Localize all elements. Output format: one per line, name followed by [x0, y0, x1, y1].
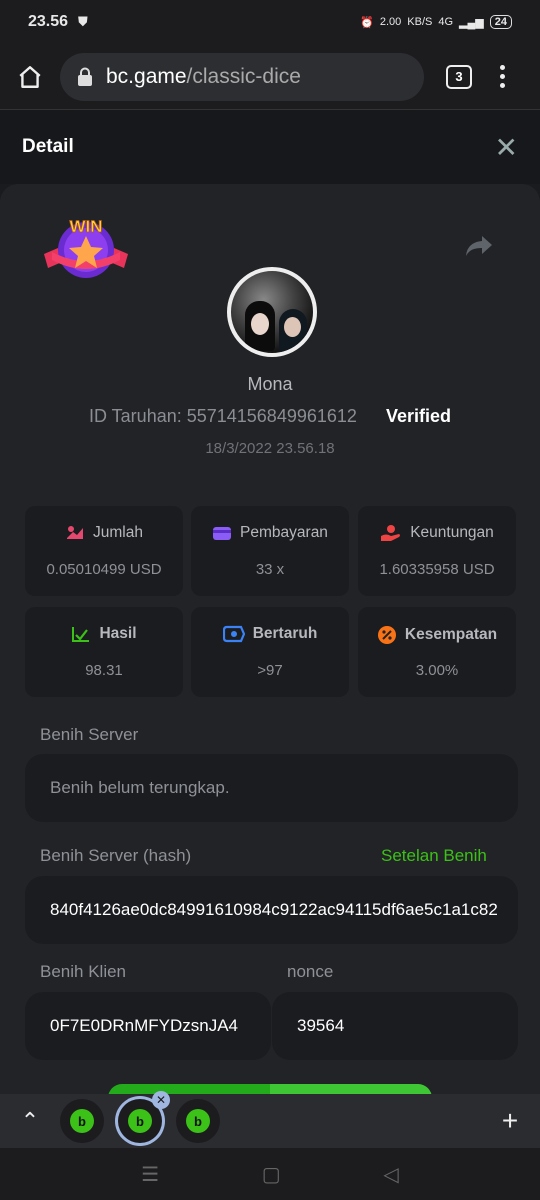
- share-icon[interactable]: [464, 234, 494, 263]
- browser-tab-strip: ⌃ b b ✕ b +: [0, 1091, 540, 1148]
- chart-check-icon: [72, 627, 90, 642]
- url-path: /classic-dice: [186, 64, 301, 88]
- stat-payout: Pembayaran 33 x: [191, 506, 349, 596]
- tab-thumbnail[interactable]: b: [176, 1099, 220, 1143]
- signal-icon: ▂▄▆: [459, 16, 484, 29]
- ticket-icon: [222, 625, 245, 643]
- tab-thumbnail[interactable]: b: [60, 1099, 104, 1143]
- new-tab-icon[interactable]: +: [480, 1105, 540, 1137]
- stat-value: 33 x: [255, 561, 285, 578]
- bcgame-logo-icon: b: [186, 1109, 210, 1133]
- more-menu-icon[interactable]: [500, 65, 505, 88]
- avatar: [227, 267, 317, 357]
- status-bar: 23.56 ⛊ ⏰ 2.00 KB/S 4G ▂▄▆ 24: [0, 0, 540, 44]
- browser-toolbar: bc.game/classic-dice 3: [0, 44, 540, 110]
- stat-label: Jumlah: [93, 524, 143, 541]
- server-hash-field[interactable]: 840f4126ae0dc84991610984c9122ac94115df6a…: [25, 876, 518, 944]
- stat-amount: Jumlah 0.05010499 USD: [25, 506, 183, 596]
- stat-value: 1.60335958 USD: [379, 561, 495, 578]
- bet-detail-card: WIN Mona ID Taruhan: 55714156849961612 V…: [0, 184, 540, 1104]
- client-seed-field[interactable]: 0F7E0DRnMFYDzsnJA4: [25, 992, 271, 1060]
- home-nav-icon[interactable]: ▢: [262, 1162, 281, 1187]
- stat-result: Hasil 98.31: [25, 607, 183, 697]
- status-icons: ⏰ 2.00 KB/S 4G ▂▄▆ 24: [360, 15, 512, 29]
- home-icon[interactable]: [0, 64, 60, 90]
- profit-hand-icon: [381, 525, 401, 541]
- server-seed-label: Benih Server: [40, 725, 139, 744]
- stat-value: >97: [257, 662, 283, 679]
- percent-icon: [377, 626, 396, 644]
- win-badge-icon: WIN: [44, 217, 128, 278]
- shield-icon: ⛊: [78, 14, 88, 29]
- tab-thumbnail-active[interactable]: b ✕: [118, 1091, 170, 1143]
- bet-id: ID Taruhan: 55714156849961612: [89, 406, 357, 426]
- stat-label: Kesempatan: [404, 626, 498, 643]
- chevron-up-icon[interactable]: ⌃: [0, 1108, 60, 1134]
- network-type: 4G: [438, 16, 454, 28]
- detail-header: Detail ✕: [0, 110, 540, 184]
- bet-date: 18/3/2022 23.56.18: [205, 440, 335, 457]
- system-nav-bar: ☰ ▢ ◁: [0, 1148, 540, 1200]
- verified-label[interactable]: Verified: [386, 406, 451, 427]
- stat-bet-target: Bertaruh >97: [191, 607, 349, 697]
- alarm-icon: ⏰: [360, 16, 374, 29]
- win-badge-text: WIN: [69, 217, 102, 236]
- stat-profit: Keuntungan 1.60335958 USD: [358, 506, 516, 596]
- stat-label: Keuntungan: [410, 524, 494, 541]
- client-seed-label: Benih Klien: [40, 962, 127, 981]
- back-icon[interactable]: ◁: [383, 1162, 398, 1187]
- close-tab-icon[interactable]: ✕: [152, 1091, 170, 1109]
- stat-value: 3.00%: [415, 662, 459, 679]
- tab-switcher-button[interactable]: 3: [446, 64, 472, 89]
- username: Mona: [247, 374, 293, 394]
- stat-label: Hasil: [99, 625, 137, 642]
- stat-label: Bertaruh: [252, 625, 318, 642]
- battery-icon: 24: [489, 15, 512, 29]
- bcgame-logo-icon: b: [70, 1109, 94, 1133]
- detail-title: Detail: [22, 136, 74, 157]
- bcgame-logo-icon: b: [128, 1109, 152, 1133]
- stat-label: Pembayaran: [240, 524, 328, 541]
- seed-settings-link[interactable]: Setelan Benih: [381, 846, 487, 866]
- menu-icon[interactable]: ☰: [141, 1162, 159, 1187]
- net-speed: 2.00: [379, 16, 402, 28]
- money-bag-icon: [67, 526, 84, 539]
- server-seed-field[interactable]: Benih belum terungkap.: [25, 754, 518, 822]
- nonce-label: nonce: [287, 962, 334, 981]
- wallet-icon: [213, 527, 232, 540]
- address-bar[interactable]: bc.game/classic-dice: [60, 52, 424, 101]
- stat-chance: Kesempatan 3.00%: [358, 607, 516, 697]
- stat-value: 0.05010499 USD: [46, 561, 162, 578]
- stat-value: 98.31: [85, 662, 123, 679]
- server-hash-label: Benih Server (hash): [40, 846, 192, 865]
- lock-icon: [76, 67, 94, 87]
- close-icon[interactable]: ✕: [495, 131, 518, 164]
- net-unit: KB/S: [407, 16, 433, 28]
- nonce-field[interactable]: 39564: [272, 992, 518, 1060]
- clock: 23.56: [28, 13, 69, 30]
- url-host: bc.game: [106, 64, 187, 88]
